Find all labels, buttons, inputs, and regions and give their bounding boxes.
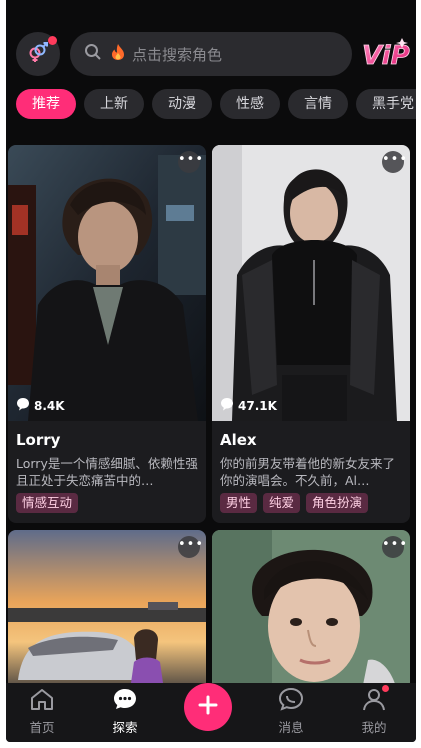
chat-bubble-icon bbox=[220, 397, 234, 414]
nav-home-label: 首页 bbox=[29, 720, 55, 735]
message-icon bbox=[278, 687, 304, 715]
nav-messages[interactable]: 消息 bbox=[261, 687, 321, 736]
notification-dot bbox=[382, 685, 389, 692]
character-card[interactable]: ••• bbox=[212, 530, 410, 690]
tag-list: 男性 纯爱 角色扮演 bbox=[220, 493, 369, 513]
screen: 点击搜索角色 ViP 推荐 上新 动漫 性感 言情 黑手党 ••• 8.4K L… bbox=[0, 0, 421, 748]
tab-mafia[interactable]: 黑手党 bbox=[356, 89, 416, 119]
tab-anime[interactable]: 动漫 bbox=[152, 89, 212, 119]
character-description: Lorry是一个情感细腻、依赖性强且正处于失恋痛苦中的… bbox=[16, 456, 198, 488]
tab-new[interactable]: 上新 bbox=[84, 89, 144, 119]
search-bar[interactable]: 点击搜索角色 bbox=[70, 32, 352, 76]
character-card[interactable]: ••• bbox=[8, 530, 206, 690]
fire-icon bbox=[110, 43, 126, 65]
more-options-button[interactable]: ••• bbox=[382, 536, 407, 558]
search-icon bbox=[84, 43, 102, 65]
plus-icon bbox=[197, 694, 219, 720]
character-image bbox=[8, 145, 206, 421]
vip-button[interactable]: ViP bbox=[358, 34, 412, 74]
nav-profile-label: 我的 bbox=[361, 720, 387, 735]
nav-explore-label: 探索 bbox=[112, 720, 138, 735]
nav-explore[interactable]: 探索 bbox=[95, 687, 155, 736]
character-card-lorry[interactable]: ••• 8.4K Lorry Lorry是一个情感细腻、依赖性强且正处于失恋痛苦… bbox=[8, 145, 206, 523]
tag-list: 情感互动 bbox=[16, 493, 79, 513]
character-image bbox=[212, 145, 410, 421]
category-tabs: 推荐 上新 动漫 性感 言情 黑手党 bbox=[16, 89, 416, 121]
character-name: Alex bbox=[220, 431, 257, 449]
tag[interactable]: 纯爱 bbox=[263, 493, 301, 513]
search-placeholder: 点击搜索角色 bbox=[132, 45, 223, 64]
view-count-text: 47.1K bbox=[238, 398, 277, 413]
gender-icon bbox=[26, 40, 50, 68]
tag[interactable]: 男性 bbox=[220, 493, 258, 513]
character-name: Lorry bbox=[16, 431, 61, 449]
nav-profile[interactable]: 我的 bbox=[344, 685, 404, 736]
user-icon bbox=[361, 685, 389, 715]
tab-recommended[interactable]: 推荐 bbox=[16, 89, 76, 119]
tag[interactable]: 情感互动 bbox=[16, 493, 79, 513]
notification-dot bbox=[48, 36, 57, 45]
chat-bubble-icon bbox=[16, 397, 30, 414]
more-options-button[interactable]: ••• bbox=[178, 151, 203, 173]
explore-chat-icon bbox=[112, 689, 138, 715]
create-character-button[interactable] bbox=[184, 683, 232, 731]
character-card-alex[interactable]: ••• 47.1K Alex 你的前男友带着他的新女友来了你的演唱会。不久前，A… bbox=[212, 145, 410, 523]
gender-filter-button[interactable] bbox=[16, 32, 60, 76]
view-count-text: 8.4K bbox=[34, 398, 65, 413]
view-count: 47.1K bbox=[220, 397, 277, 414]
character-image bbox=[8, 530, 206, 690]
app-root: 点击搜索角色 ViP 推荐 上新 动漫 性感 言情 黑手党 ••• 8.4K L… bbox=[6, 0, 416, 742]
more-options-button[interactable]: ••• bbox=[178, 536, 203, 558]
more-options-button[interactable]: ••• bbox=[382, 151, 407, 173]
home-icon bbox=[29, 689, 55, 715]
character-description: 你的前男友带着他的新女友来了你的演唱会。不久前，Al… bbox=[220, 456, 396, 488]
nav-messages-label: 消息 bbox=[278, 720, 304, 735]
nav-home[interactable]: 首页 bbox=[12, 687, 72, 736]
tag[interactable]: 角色扮演 bbox=[306, 493, 369, 513]
character-image bbox=[212, 530, 410, 690]
tab-romance[interactable]: 言情 bbox=[288, 89, 348, 119]
view-count: 8.4K bbox=[16, 397, 65, 414]
tab-sexy[interactable]: 性感 bbox=[220, 89, 280, 119]
